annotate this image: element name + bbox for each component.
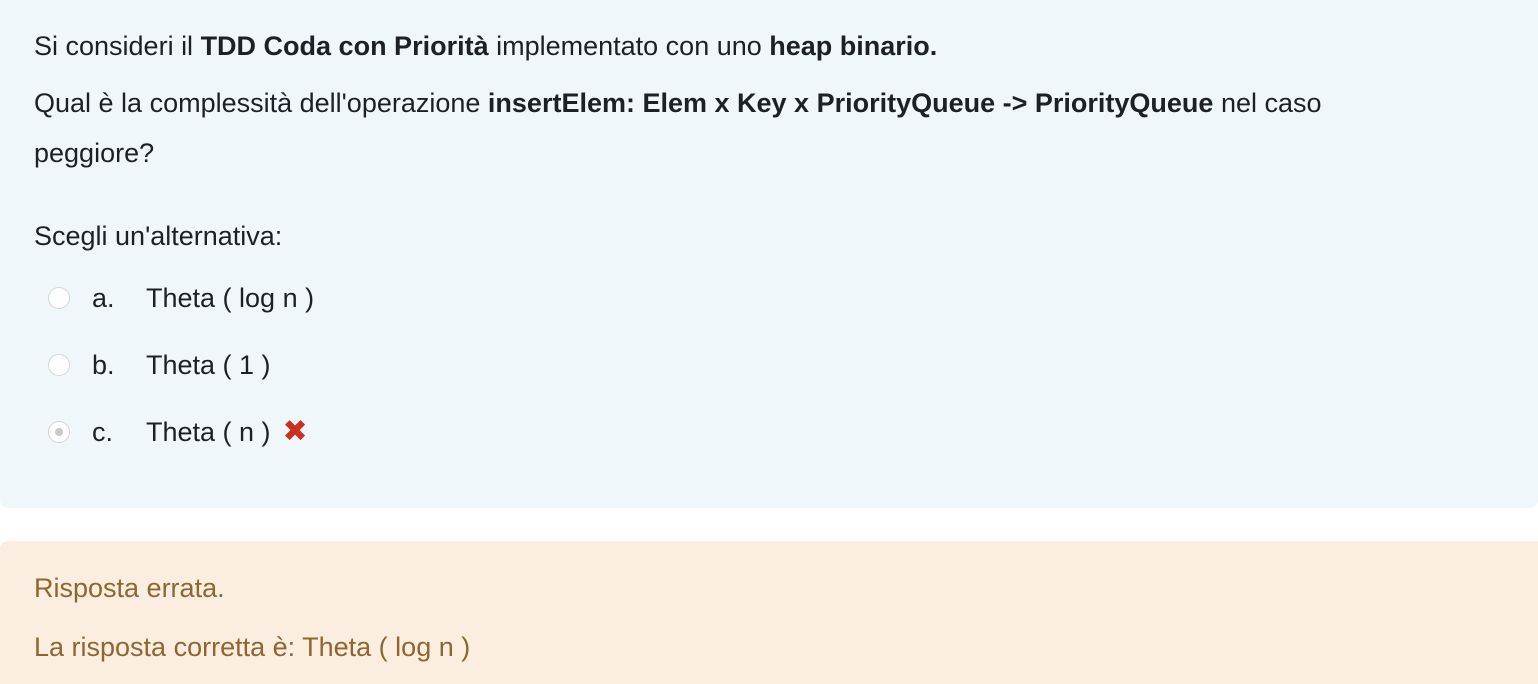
intro-bold-adt: TDD Coda con Priorità [200,31,489,61]
answer-letter-b: b. [92,349,115,380]
question-text: Qual è la complessità dell'operazione in… [34,75,1504,178]
answer-option-b[interactable]: b. Theta ( 1 ) [48,345,271,385]
feedback-correct-answer: La risposta corretta è: Theta ( log n ) [34,632,471,662]
answer-letter-c: c. [92,416,114,447]
radio-a[interactable] [48,287,70,309]
answer-text-a: Theta ( log n ) [146,282,315,313]
question-panel: Si consideri il TDD Coda con Priorità im… [0,0,1538,508]
question-pre: Qual è la complessità dell'operazione [34,88,488,118]
feedback-panel: Risposta errata. La risposta corretta è:… [0,541,1538,684]
answer-text-b: Theta ( 1 ) [146,349,271,380]
radio-c-checked[interactable] [48,421,70,443]
question-operation: insertElem: Elem x Key x PriorityQueue -… [487,88,1214,118]
intro-bold-heap: heap binario. [769,31,938,61]
intro-text-mid: implementato con uno [488,31,770,61]
answer-option-c[interactable]: c. Theta ( n ) ✖ [48,412,308,452]
answer-option-a[interactable]: a. Theta ( log n ) [48,278,314,318]
question-post: nel caso [1213,88,1322,118]
question-line2: peggiore? [34,138,155,168]
answer-prompt: Scegli un'alternativa: [34,221,283,251]
answer-letter-a: a. [92,282,115,313]
feedback-result: Risposta errata. [34,573,225,603]
answer-text-c: Theta ( n ) [146,416,271,447]
incorrect-icon: ✖ [282,415,308,448]
intro-text: Si consideri il [34,31,201,61]
radio-b[interactable] [48,354,70,376]
question-intro: Si consideri il TDD Coda con Priorità im… [34,0,1504,75]
